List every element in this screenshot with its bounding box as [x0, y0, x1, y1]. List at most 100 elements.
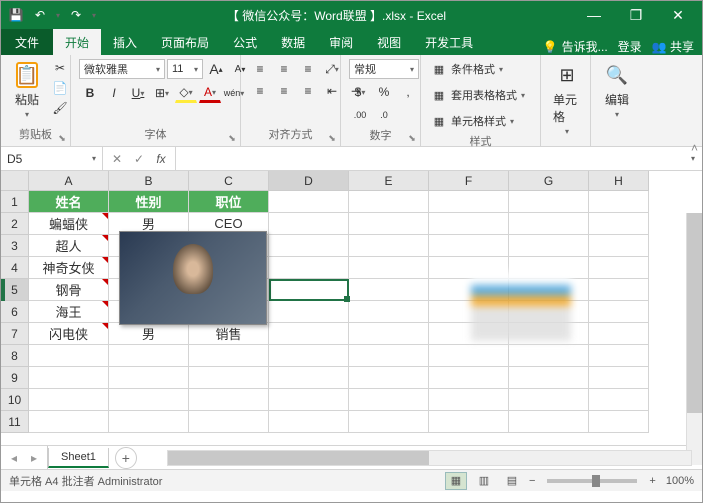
- share-button[interactable]: 👥 共享: [652, 38, 694, 55]
- cell-D6[interactable]: [269, 301, 349, 323]
- number-format-select[interactable]: 常规▾: [349, 59, 419, 79]
- page-layout-view-button[interactable]: ▥: [473, 472, 495, 490]
- cell-H8[interactable]: [589, 345, 649, 367]
- cell-B1[interactable]: 性别: [109, 191, 189, 213]
- redo-button[interactable]: ↷: [65, 4, 87, 26]
- zoom-level[interactable]: 100%: [666, 475, 694, 487]
- cell-E4[interactable]: [349, 257, 429, 279]
- row-header-1[interactable]: 1: [1, 191, 29, 213]
- cell-F9[interactable]: [429, 367, 509, 389]
- cell-D7[interactable]: [269, 323, 349, 345]
- row-header-4[interactable]: 4: [1, 257, 29, 279]
- cell-E11[interactable]: [349, 411, 429, 433]
- decrease-decimal-button[interactable]: .0: [373, 105, 395, 125]
- row-header-2[interactable]: 2: [1, 213, 29, 235]
- align-middle-button[interactable]: ≡: [273, 59, 295, 79]
- cell-G10[interactable]: [509, 389, 589, 411]
- cell-D10[interactable]: [269, 389, 349, 411]
- col-header-H[interactable]: H: [589, 171, 649, 191]
- align-bottom-button[interactable]: ≡: [297, 59, 319, 79]
- cell-C7[interactable]: 销售: [189, 323, 269, 345]
- bold-button[interactable]: B: [79, 83, 101, 103]
- cell-C9[interactable]: [189, 367, 269, 389]
- cell-A8[interactable]: [29, 345, 109, 367]
- cell-D11[interactable]: [269, 411, 349, 433]
- cell-B11[interactable]: [109, 411, 189, 433]
- cell-B7[interactable]: 男: [109, 323, 189, 345]
- cell-A11[interactable]: [29, 411, 109, 433]
- currency-button[interactable]: $▾: [349, 82, 371, 102]
- percent-button[interactable]: %: [373, 82, 395, 102]
- worksheet-grid[interactable]: ABCDEFGH 1姓名性别职位2蝙蝠侠男CEO3超人男董事长4神奇女侠5钢骨6…: [1, 171, 702, 445]
- cell-H1[interactable]: [589, 191, 649, 213]
- cell-F11[interactable]: [429, 411, 509, 433]
- cell-E9[interactable]: [349, 367, 429, 389]
- undo-button[interactable]: ↶: [29, 4, 51, 26]
- sheet-nav-next[interactable]: ▸: [27, 451, 41, 465]
- undo-dropdown[interactable]: ▾: [53, 4, 63, 26]
- col-header-C[interactable]: C: [189, 171, 269, 191]
- comma-button[interactable]: ,: [397, 82, 419, 102]
- cell-C11[interactable]: [189, 411, 269, 433]
- cell-B10[interactable]: [109, 389, 189, 411]
- tab-insert[interactable]: 插入: [101, 29, 149, 55]
- cell-H11[interactable]: [589, 411, 649, 433]
- cell-C10[interactable]: [189, 389, 269, 411]
- qat-customize[interactable]: ▾: [89, 4, 99, 26]
- align-top-button[interactable]: ≡: [249, 59, 271, 79]
- col-header-D[interactable]: D: [269, 171, 349, 191]
- cell-D8[interactable]: [269, 345, 349, 367]
- font-name-select[interactable]: 微软雅黑▾: [79, 59, 165, 79]
- alignment-dialog-launcher[interactable]: ⬊: [326, 132, 338, 144]
- tab-review[interactable]: 审阅: [317, 29, 365, 55]
- row-header-11[interactable]: 11: [1, 411, 29, 433]
- cell-G2[interactable]: [509, 213, 589, 235]
- cell-E8[interactable]: [349, 345, 429, 367]
- paste-button[interactable]: 📋 粘贴 ▾: [9, 59, 45, 121]
- cell-A7[interactable]: 闪电侠: [29, 323, 109, 345]
- orientation-button[interactable]: ⤢▾: [321, 59, 343, 79]
- zoom-slider-thumb[interactable]: [592, 475, 600, 487]
- cell-H4[interactable]: [589, 257, 649, 279]
- zoom-out-button[interactable]: −: [529, 475, 535, 487]
- fill-color-button[interactable]: ◇▾: [175, 83, 197, 103]
- enter-edit-button[interactable]: ✓: [129, 149, 149, 169]
- cell-B9[interactable]: [109, 367, 189, 389]
- cell-G3[interactable]: [509, 235, 589, 257]
- cell-F8[interactable]: [429, 345, 509, 367]
- cell-G9[interactable]: [509, 367, 589, 389]
- cell-A5[interactable]: 钢骨: [29, 279, 109, 301]
- cell-E6[interactable]: [349, 301, 429, 323]
- zoom-slider[interactable]: [547, 479, 637, 483]
- cell-D9[interactable]: [269, 367, 349, 389]
- name-box[interactable]: D5▾: [1, 147, 103, 170]
- cell-H7[interactable]: [589, 323, 649, 345]
- cut-button[interactable]: ✂: [51, 59, 69, 77]
- align-right-button[interactable]: ≡: [297, 81, 319, 101]
- tell-me-search[interactable]: 💡告诉我...: [543, 38, 608, 55]
- number-dialog-launcher[interactable]: ⬊: [406, 132, 418, 144]
- row-header-9[interactable]: 9: [1, 367, 29, 389]
- cell-A2[interactable]: 蝙蝠侠: [29, 213, 109, 235]
- font-color-button[interactable]: A▾: [199, 83, 221, 103]
- border-button[interactable]: ⊞▾: [151, 83, 173, 103]
- vertical-scroll-thumb[interactable]: [687, 213, 702, 413]
- insert-function-button[interactable]: fx: [151, 149, 171, 169]
- row-header-3[interactable]: 3: [1, 235, 29, 257]
- cell-E2[interactable]: [349, 213, 429, 235]
- cell-A6[interactable]: 海王: [29, 301, 109, 323]
- cell-F10[interactable]: [429, 389, 509, 411]
- cell-H2[interactable]: [589, 213, 649, 235]
- cell-F1[interactable]: [429, 191, 509, 213]
- col-header-B[interactable]: B: [109, 171, 189, 191]
- cell-D2[interactable]: [269, 213, 349, 235]
- save-button[interactable]: 💾: [5, 4, 27, 26]
- cell-E3[interactable]: [349, 235, 429, 257]
- row-header-7[interactable]: 7: [1, 323, 29, 345]
- cell-C8[interactable]: [189, 345, 269, 367]
- italic-button[interactable]: I: [103, 83, 125, 103]
- select-all-corner[interactable]: [1, 171, 29, 191]
- tab-layout[interactable]: 页面布局: [149, 29, 221, 55]
- font-size-select[interactable]: 11▾: [167, 59, 203, 79]
- copy-button[interactable]: 📄: [51, 79, 69, 97]
